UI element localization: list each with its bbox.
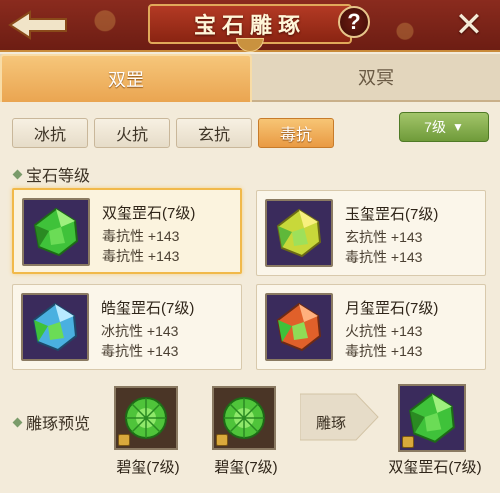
result-slot-label: 双玺罡石(7级): [388, 459, 482, 476]
material-slot-2[interactable]: [212, 386, 276, 450]
carving-preview-heading-text: 雕琢预览: [26, 416, 91, 433]
lock-icon: [118, 434, 130, 446]
gem-name: 玉玺罡石(7级): [345, 206, 439, 223]
lock-icon: [402, 436, 414, 448]
gem-icon-frame: [265, 199, 333, 267]
page-title: 宝石雕琢: [193, 13, 306, 39]
gem-card-shuangxi[interactable]: 双玺罡石(7级) 毒抗性 +143 毒抗性 +143: [12, 188, 242, 274]
title-medal-ornament: [236, 38, 264, 52]
gem-icon-frame: [21, 293, 89, 361]
red-green-gem-icon: [276, 302, 322, 352]
blue-green-gem-icon: [32, 302, 78, 352]
gem-icon-frame: [265, 293, 333, 361]
diamond-bullet-icon: [12, 417, 23, 427]
help-button[interactable]: ?: [338, 6, 370, 38]
gem-card-yuxi[interactable]: 玉玺罡石(7级) 玄抗性 +143 毒抗性 +143: [256, 190, 486, 276]
tab-fire-resist[interactable]: 火抗: [94, 118, 170, 148]
gem-card-yuexi[interactable]: 月玺罡石(7级) 火抗性 +143 毒抗性 +143: [256, 284, 486, 370]
material-slot-2-label: 碧玺(7级): [214, 459, 278, 476]
gem-stat-2: 毒抗性 +143: [101, 343, 179, 359]
gem-stat-1: 冰抗性 +143: [101, 323, 179, 339]
gem-card-haoxi[interactable]: 皓玺罡石(7级) 冰抗性 +143 毒抗性 +143: [12, 284, 242, 370]
gem-carving-window: 宝石雕琢 ? ✕ 双罡 双冥 冰抗 火抗 玄抗 毒抗 7级 ▼ 宝石等级 双玺罡…: [0, 0, 500, 493]
carving-preview-heading: 雕琢预览: [12, 410, 91, 434]
gem-stat-2: 毒抗性 +143: [345, 343, 423, 359]
close-button[interactable]: ✕: [452, 8, 486, 42]
carve-action-label: 雕琢: [316, 415, 347, 432]
tab-shuangming[interactable]: 双冥: [252, 54, 500, 102]
gem-icon-frame: [22, 198, 90, 266]
chevron-down-icon: ▼: [451, 120, 464, 134]
gem-name: 皓玺罡石(7级): [101, 300, 195, 317]
gem-stat-1: 玄抗性 +143: [345, 229, 423, 245]
back-arrow-icon[interactable]: [6, 8, 72, 42]
diamond-bullet-icon: [12, 169, 23, 179]
gem-level-heading-text: 宝石等级: [26, 168, 91, 185]
material-slot-1-label: 碧玺(7级): [116, 459, 180, 476]
gem-stat-2: 毒抗性 +143: [102, 248, 180, 264]
gem-name: 双玺罡石(7级): [102, 205, 196, 222]
gem-name: 月玺罡石(7级): [345, 300, 439, 317]
gem-stat-1: 火抗性 +143: [345, 323, 423, 339]
level-dropdown-value: 7级: [424, 119, 446, 135]
title-bar: 宝石雕琢 ? ✕: [0, 0, 500, 52]
main-tab-bar: 双罡 双冥: [0, 54, 500, 102]
green-gem-icon: [33, 207, 79, 257]
yellow-green-gem-icon: [276, 208, 322, 258]
tab-poison-resist[interactable]: 毒抗: [258, 118, 334, 148]
resist-tab-bar: 冰抗 火抗 玄抗 毒抗: [12, 118, 334, 148]
result-slot[interactable]: [398, 384, 466, 452]
tab-shuanggang[interactable]: 双罡: [0, 54, 252, 102]
tab-mystic-resist[interactable]: 玄抗: [176, 118, 252, 148]
lock-icon: [216, 434, 228, 446]
tab-ice-resist[interactable]: 冰抗: [12, 118, 88, 148]
gem-stat-1: 毒抗性 +143: [102, 228, 180, 244]
material-slot-1[interactable]: [114, 386, 178, 450]
gem-stat-2: 毒抗性 +143: [345, 249, 423, 265]
gem-level-heading: 宝石等级: [12, 162, 91, 186]
level-dropdown[interactable]: 7级 ▼: [399, 112, 489, 142]
